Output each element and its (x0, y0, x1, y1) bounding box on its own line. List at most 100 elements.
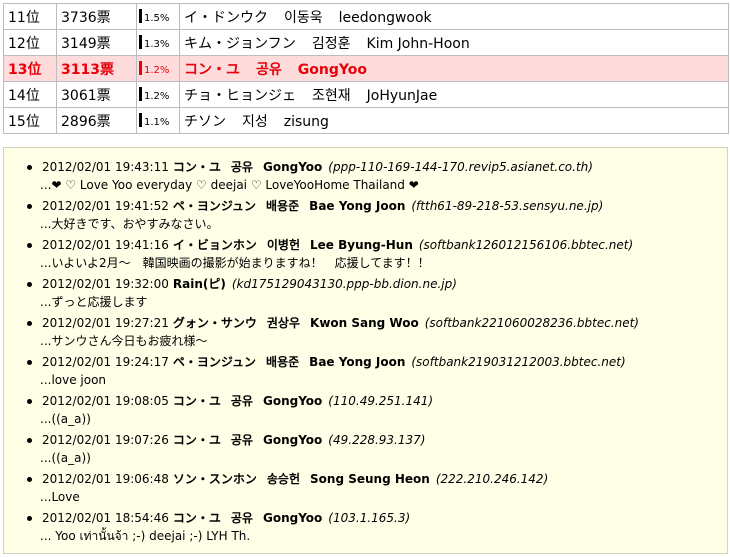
comment-name-ja: ペ・ヨンジュン (172, 355, 257, 369)
comment-message: ...Love (40, 490, 80, 504)
name-cell: コン・ユ 공유 GongYoo (179, 55, 729, 82)
ranking-row: 11位 3736票 1.5% イ・ドンウク 이동욱 leedongwook (3, 3, 729, 30)
comment-timestamp: 2012/02/01 19:41:52 (42, 199, 169, 213)
bullet-icon (27, 321, 32, 326)
comment-name-ja: Rain(ピ) (172, 277, 226, 291)
bullet-icon (27, 165, 32, 170)
vote-bar-cell: 1.5% (136, 3, 180, 30)
comment-item: 2012/02/01 19:08:05 コン・ユ 공유 GongYoo (110.49.… (4, 392, 727, 431)
comment-name-en: GongYoo (262, 160, 323, 174)
vote-bar (139, 61, 142, 75)
comment-timestamp: 2012/02/01 19:32:00 (42, 277, 169, 291)
comment-item: 2012/02/01 19:41:52 ペ・ヨンジュン 배용준 Bae Yong Jo… (4, 197, 727, 236)
ranking-row: 15位 2896票 1.1% チソン 지성 zisung (3, 107, 729, 134)
comment-name-ja: コン・ユ (172, 511, 221, 525)
comment-name-ko: 이병헌 (266, 238, 301, 252)
comment-host: (110.49.251.141) (328, 394, 434, 408)
comment-host: (ftth61-89-218-53.sensyu.ne.jp) (411, 199, 604, 213)
comment-message: ...love joon (40, 373, 107, 387)
votes-cell: 3061票 (56, 81, 137, 108)
bullet-icon (27, 399, 32, 404)
comment-item: 2012/02/01 19:07:26 コン・ユ 공유 GongYoo (49.228.… (4, 431, 727, 470)
name-cell: イ・ドンウク 이동욱 leedongwook (179, 3, 729, 30)
comment-host: (49.228.93.137) (328, 433, 426, 447)
name-ja: チョ・ヒョンジェ (184, 87, 296, 104)
vote-bar (139, 9, 142, 23)
comment-host: (103.1.165.3) (328, 511, 411, 525)
bullet-icon (27, 204, 32, 209)
percent-label: 1.1% (144, 117, 170, 128)
name-ko: 김정훈 (311, 35, 351, 52)
comment-name-ja: ペ・ヨンジュン (172, 199, 257, 213)
comment-timestamp: 2012/02/01 19:24:17 (42, 355, 169, 369)
comment-list: 2012/02/01 19:43:11 コン・ユ 공유 GongYoo (ppp-110… (4, 148, 727, 548)
comment-name-en: GongYoo (262, 433, 323, 447)
vote-bar-cell: 1.2% (136, 55, 180, 82)
comment-timestamp: 2012/02/01 19:41:16 (42, 238, 169, 252)
name-ko: 지성 (242, 113, 268, 130)
rank-cell: 11位 (3, 3, 57, 30)
comment-name-ko: 공유 (230, 394, 253, 408)
comment-item: 2012/02/01 19:27:21 グォン・サンウ 권상우 Kwon Sang W… (4, 314, 727, 353)
comment-name-ja: イ・ビョンホン (172, 238, 257, 252)
comment-name-en: GongYoo (262, 511, 323, 525)
votes-cell: 3113票 (56, 55, 137, 82)
comment-name-ko: 배용준 (266, 355, 300, 369)
comment-name-en: Bae Yong Joon (309, 355, 406, 369)
comment-host: (softbank221060028236.bbtec.net) (424, 316, 639, 330)
name-cell: チソン 지성 zisung (179, 107, 729, 134)
comment-name-ko: 권상우 (266, 316, 301, 330)
comment-item: 2012/02/01 19:06:48 ソン・スンホン 송승헌 Song Seung … (4, 470, 727, 509)
vote-bar (139, 87, 142, 101)
vote-bar (139, 35, 142, 49)
percent-label: 1.5% (144, 13, 170, 24)
name-en: JoHyunJae (366, 87, 438, 104)
comment-host: (kd175129043130.ppp-bb.dion.ne.jp) (231, 277, 457, 291)
name-ja: キム・ジョンフン (184, 35, 296, 52)
comment-host: (222.210.246.142) (435, 472, 549, 486)
rank-cell: 13位 (3, 55, 57, 82)
comment-name-ja: グォン・サンウ (172, 316, 257, 330)
comment-timestamp: 2012/02/01 19:06:48 (42, 472, 169, 486)
rank-cell: 14位 (3, 81, 57, 108)
name-en: Kim John-Hoon (366, 35, 470, 52)
comment-name-en: Song Seung Heon (310, 472, 430, 486)
comment-name-en: Bae Yong Joon (309, 199, 406, 213)
vote-bar (139, 113, 142, 127)
name-ko: 조현재 (312, 87, 351, 104)
vote-bar-cell: 1.1% (136, 107, 180, 134)
comment-message: ...いよいよ2月～ 韓国映画の撮影が始まりますね！ 応援してます！！ (40, 256, 430, 270)
name-ja: チソン (184, 113, 226, 130)
comment-name-en: Lee Byung-Hun (310, 238, 413, 252)
comment-name-ko: 배용준 (266, 199, 300, 213)
name-ja: イ・ドンウク (184, 9, 268, 26)
votes-cell: 3149票 (56, 29, 137, 56)
comment-message: ...ずっと応援します (40, 295, 148, 309)
comment-message: ...((a_a)) (40, 412, 91, 426)
comment-message: ...((a_a)) (40, 451, 91, 465)
comment-name-ko: 공유 (230, 511, 253, 525)
percent-label: 1.2% (144, 91, 170, 102)
comment-message: ...大好きです、おやすみなさい。 (40, 217, 219, 231)
name-en: zisung (283, 113, 329, 130)
comment-host: (ppp-110-169-144-170.revip5.asianet.co.t… (328, 160, 593, 174)
comment-timestamp: 2012/02/01 19:43:11 (42, 160, 169, 174)
name-en: leedongwook (338, 9, 432, 26)
bullet-icon (27, 243, 32, 248)
comment-host: (softbank126012156106.bbtec.net) (418, 238, 634, 252)
comment-name-ko: 공유 (230, 160, 253, 174)
comment-message: ...サンウさん今日もお疲れ様～ (40, 334, 208, 348)
comment-name-ko: 공유 (230, 433, 253, 447)
comment-name-en: GongYoo (262, 394, 323, 408)
name-ko: 공유 (256, 61, 282, 78)
votes-cell: 3736票 (56, 3, 137, 30)
vote-bar-cell: 1.3% (136, 29, 180, 56)
comment-name-ja: コン・ユ (172, 433, 221, 447)
percent-label: 1.2% (144, 65, 170, 76)
name-cell: チョ・ヒョンジェ 조현재 JoHyunJae (179, 81, 729, 108)
vote-bar-cell: 1.2% (136, 81, 180, 108)
comment-item: 2012/02/01 19:32:00 Rain(ピ) (kd17512904313… (4, 275, 727, 314)
rank-cell: 12位 (3, 29, 57, 56)
bullet-icon (27, 516, 32, 521)
bullet-icon (27, 360, 32, 365)
